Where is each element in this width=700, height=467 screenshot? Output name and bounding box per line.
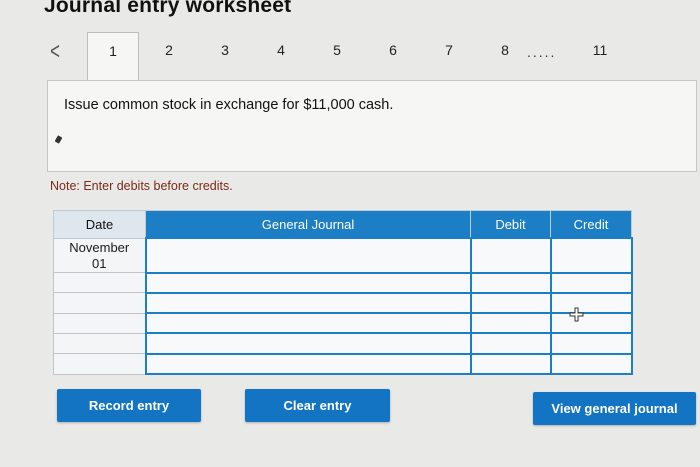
chevron-left-icon[interactable]: < <box>50 38 60 66</box>
credit-input[interactable] <box>549 332 633 355</box>
table-row <box>53 291 633 315</box>
credit-input[interactable] <box>549 291 633 315</box>
credit-input[interactable] <box>549 352 633 376</box>
tab-6[interactable]: 6 <box>381 42 405 58</box>
date-cell[interactable]: November 01 <box>53 237 146 273</box>
date-cell[interactable] <box>53 332 146 355</box>
credit-input[interactable] <box>549 237 633 274</box>
table-row <box>53 352 633 376</box>
tab-8[interactable]: 8 <box>493 42 517 58</box>
header-debit: Debit <box>470 210 551 239</box>
question-panel: Issue common stock in exchange for $11,0… <box>47 80 697 172</box>
date-cell[interactable] <box>53 353 146 375</box>
tab-strip: < 1 2 3 4 5 6 7 8 ..... 11 <box>40 32 700 82</box>
header-credit: Credit <box>550 210 632 239</box>
account-input[interactable] <box>144 271 472 294</box>
tab-3[interactable]: 3 <box>213 42 237 58</box>
tab-7[interactable]: 7 <box>437 42 461 58</box>
date-day: 01 <box>92 255 107 271</box>
tab-5[interactable]: 5 <box>325 42 349 58</box>
journal-table: Date General Journal Debit Credit Novemb… <box>53 210 633 376</box>
debit-input[interactable] <box>469 237 552 274</box>
record-entry-button[interactable]: Record entry <box>57 389 201 422</box>
tab-11[interactable]: 11 <box>586 42 614 58</box>
question-text: Issue common stock in exchange for $11,0… <box>64 97 394 113</box>
account-input[interactable] <box>144 332 472 355</box>
account-input[interactable] <box>144 352 472 376</box>
date-cell[interactable] <box>53 312 146 334</box>
instruction-note: Note: Enter debits before credits. <box>50 179 233 193</box>
date-month: November <box>69 239 130 255</box>
debit-input[interactable] <box>469 332 552 355</box>
table-row: November 01 <box>53 237 633 274</box>
date-cell[interactable] <box>53 271 146 294</box>
clear-entry-button[interactable]: Clear entry <box>245 389 390 422</box>
debit-input[interactable] <box>469 312 552 335</box>
tab-2[interactable]: 2 <box>157 42 181 58</box>
debit-input[interactable] <box>469 352 552 376</box>
credit-input[interactable] <box>549 271 633 294</box>
tab-4[interactable]: 4 <box>269 42 293 58</box>
credit-input[interactable] <box>549 312 633 335</box>
table-row <box>53 312 633 335</box>
tab-1[interactable]: 1 <box>87 32 139 82</box>
account-input[interactable] <box>144 291 472 315</box>
journal-header-row: Date General Journal Debit Credit <box>53 210 632 239</box>
worksheet-title: Journal entry worksheet <box>44 0 292 17</box>
tab-ellipsis: ..... <box>527 44 557 60</box>
header-date: Date <box>53 210 146 239</box>
crosshair-cursor-icon <box>569 307 584 322</box>
view-general-journal-button[interactable]: View general journal <box>533 392 696 425</box>
date-cell[interactable] <box>53 292 146 314</box>
header-general-journal: General Journal <box>145 210 471 239</box>
debit-input[interactable] <box>469 291 552 315</box>
debit-input[interactable] <box>469 271 552 294</box>
account-input[interactable] <box>144 237 472 274</box>
account-input[interactable] <box>144 312 472 335</box>
table-row <box>53 332 633 355</box>
table-row <box>53 271 633 294</box>
